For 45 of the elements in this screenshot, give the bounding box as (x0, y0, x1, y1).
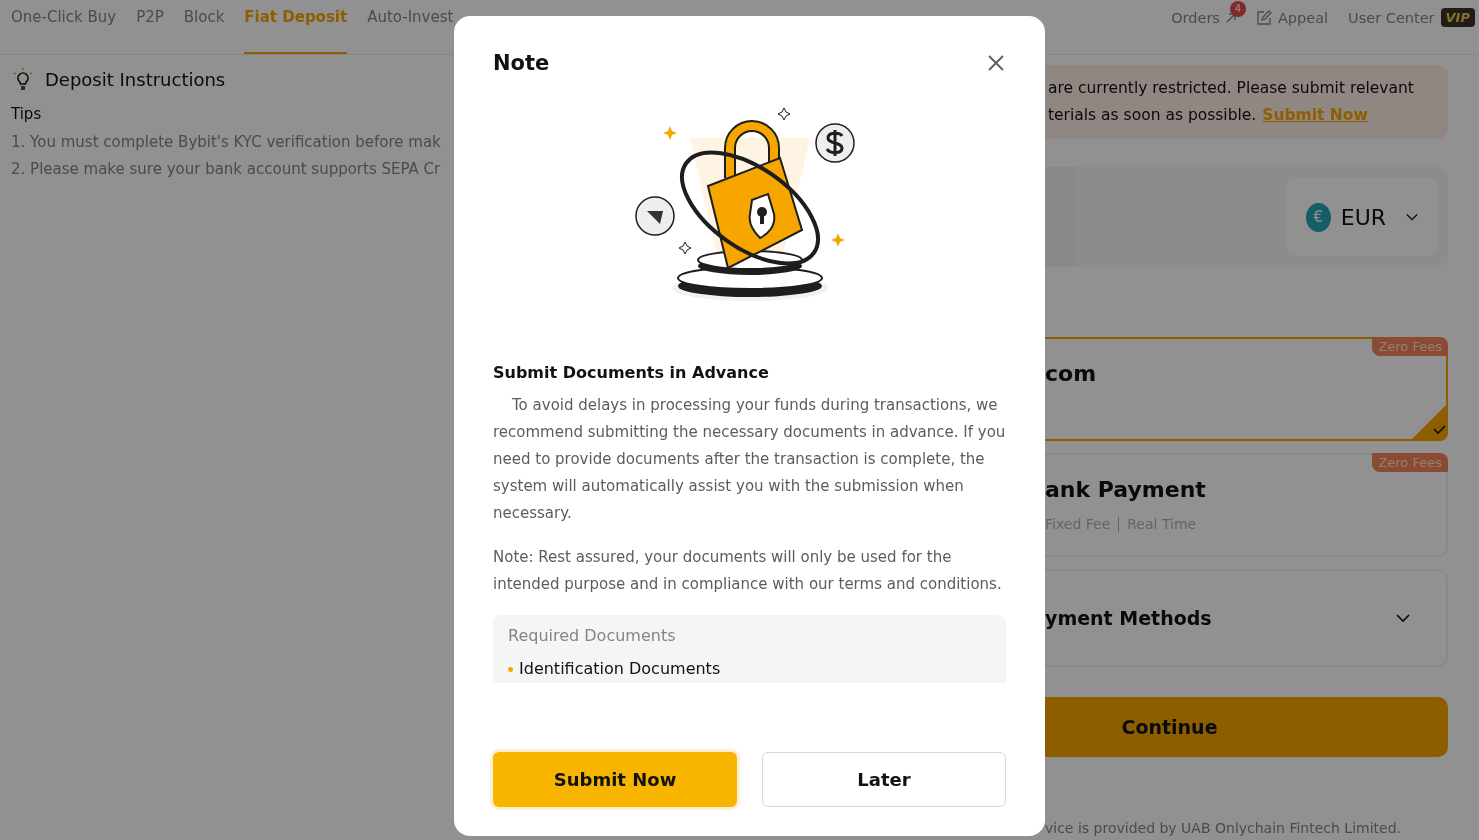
dialog-heading: Submit Documents in Advance (493, 363, 770, 382)
dialog-paragraph: To avoid delays in processing your funds during transactions, we recommend submitting the necessary documents in advance. If you need to provide documents after the transaction is complete, the system will automatically assist you with the submission when necessary. (493, 395, 1006, 524)
lightbulb-icon (11, 67, 35, 91)
continue-button[interactable]: Continue (1045, 697, 1448, 757)
vip-badge: VIP (1440, 8, 1475, 27)
currency-select[interactable]: € EUR (1286, 178, 1438, 256)
section-title: Deposit Instructions (45, 68, 226, 90)
user-center-link[interactable]: User Center VIP (1348, 8, 1475, 27)
euro-coin-icon: € (1306, 202, 1331, 232)
option-title: com (1045, 361, 1098, 386)
dialog-paragraph: Note: Rest assured, your documents will only be used for the intended purpose and in compliance with our terms and conditions. (493, 547, 1003, 595)
more-methods-dropdown[interactable]: yment Methods (1045, 569, 1448, 667)
fee-badge: Zero Fees (1372, 337, 1448, 356)
submit-now-button[interactable]: Submit Now (493, 752, 737, 807)
link-label: User Center (1348, 9, 1435, 26)
panel-title: Required Documents (508, 626, 677, 645)
nav-tab[interactable]: Fiat Deposit (244, 0, 348, 54)
tips-label: Tips (11, 105, 43, 123)
chevron-down-icon (1406, 212, 1418, 222)
edit-icon (1255, 9, 1272, 26)
nav-tab[interactable]: Block (183, 0, 225, 54)
nav-tab[interactable]: P2P (136, 0, 164, 54)
amount-field[interactable] (1045, 167, 1075, 267)
link-label: Orders (1171, 9, 1220, 26)
close-button[interactable] (986, 53, 1006, 73)
banner-text: are currently restricted. Please submit relevant (1048, 78, 1415, 99)
link-label: Appeal (1277, 9, 1329, 26)
bullet-icon (508, 666, 513, 672)
tip-text: 1. You must complete Bybit's KYC verification before mak (11, 132, 442, 153)
document-item: Identification Documents (519, 658, 721, 680)
later-button[interactable]: Later (762, 752, 1006, 807)
arrow-up-right-icon (1225, 12, 1236, 23)
nav-tab[interactable]: Auto-Invest (367, 0, 454, 54)
count-badge: 4 (1229, 0, 1246, 17)
appeal-link[interactable]: Appeal (1255, 9, 1329, 26)
dialog-title: Note (493, 51, 550, 75)
banner-text: terials as soon as possible. (1048, 106, 1257, 124)
chevron-down-icon (1396, 613, 1410, 623)
selected-check-icon (1410, 403, 1448, 441)
tip-text: 2. Please make sure your bank account supports SEPA Cr (11, 159, 442, 180)
payment-option[interactable]: com Zero Fees (1045, 337, 1448, 441)
fee-badge: Zero Fees (1372, 453, 1448, 472)
footer-text: vice is provided by UAB Onlychain Fintech Limited. (1045, 820, 1402, 838)
nav-tab[interactable]: One-Click Buy (11, 0, 117, 54)
option-title: ank Payment (1045, 477, 1207, 502)
